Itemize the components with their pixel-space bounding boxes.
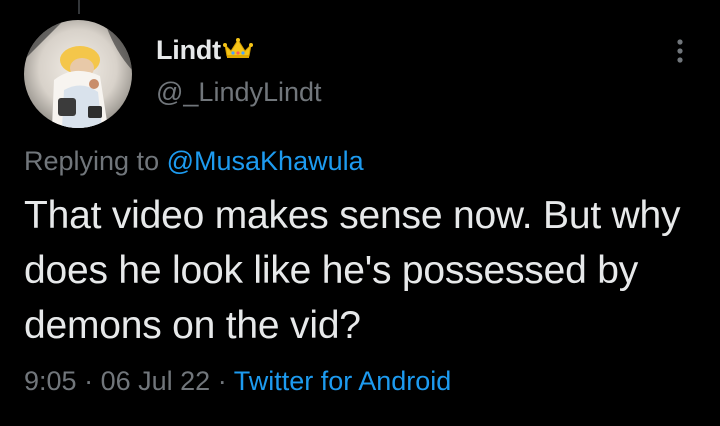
- more-options-button[interactable]: [666, 34, 694, 68]
- author-handle[interactable]: @_LindyLindt: [156, 77, 322, 108]
- crown-emoji-icon: [222, 38, 253, 58]
- more-vertical-icon: [677, 39, 683, 63]
- meta-separator: ·: [84, 366, 94, 396]
- replying-to-line: Replying to @MusaKhawula: [24, 146, 364, 177]
- tweet-time[interactable]: 9:05: [24, 366, 77, 396]
- author-name-row[interactable]: Lindt: [156, 32, 253, 68]
- replying-to-mention-link[interactable]: @MusaKhawula: [167, 146, 364, 176]
- replying-to-label: Replying to: [24, 146, 160, 176]
- tweet-date[interactable]: 06 Jul 22: [101, 366, 211, 396]
- tweet-meta: 9:05 · 06 Jul 22 · Twitter for Android: [24, 366, 451, 397]
- avatar[interactable]: [24, 20, 132, 128]
- thread-connector-line: [78, 0, 80, 14]
- tweet-source-link[interactable]: Twitter for Android: [234, 366, 452, 396]
- meta-separator: ·: [217, 366, 227, 396]
- author-display-name[interactable]: Lindt: [156, 35, 221, 66]
- tweet-text: That video makes sense now. But why does…: [24, 194, 681, 347]
- avatar-image: [24, 20, 132, 128]
